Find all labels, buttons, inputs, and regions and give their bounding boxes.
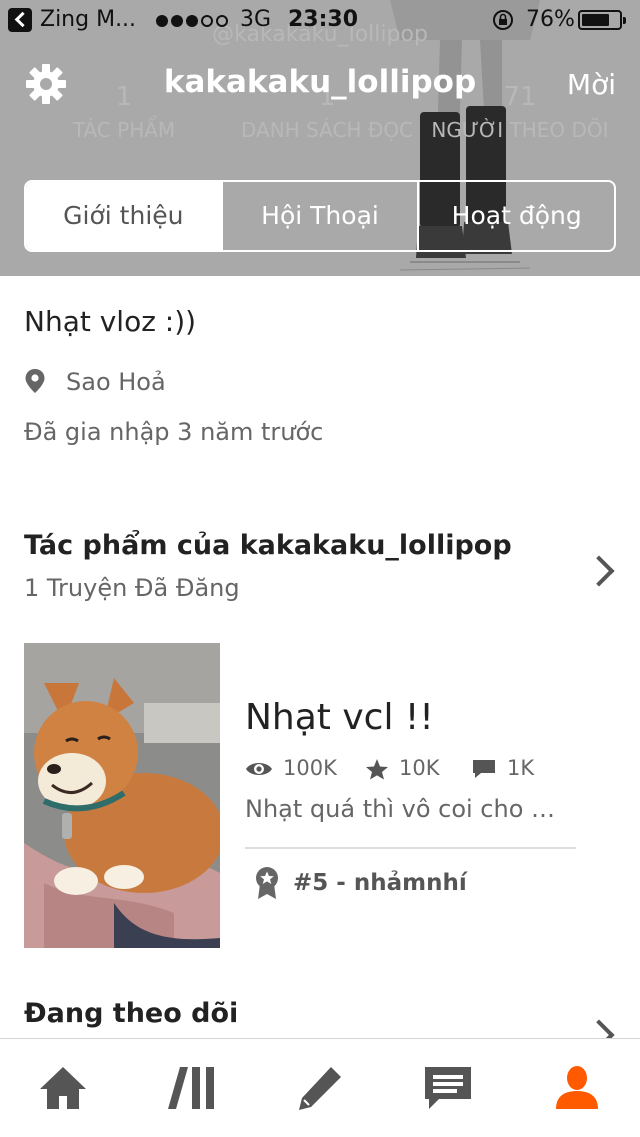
bottom-tab-bar [0, 1038, 640, 1137]
stat-reading-list-label: DANH SÁCH ĐỌC [240, 118, 414, 142]
profile-bio: Nhạt vloz :)) [24, 305, 197, 338]
works-section-subtitle: 1 Truyện Đã Đăng [24, 574, 240, 602]
status-network: 3G [240, 7, 272, 32]
works-chevron-right-icon[interactable] [583, 555, 615, 587]
ranking-badge-icon [256, 867, 278, 899]
stat-followers-label: NGƯỜI THEO DÕI [431, 118, 609, 142]
invite-button[interactable]: Mời [567, 68, 616, 101]
rotation-lock-icon [493, 10, 513, 30]
story-cover-image[interactable] [24, 643, 220, 948]
story-divider [245, 847, 576, 849]
status-time: 23:30 [288, 7, 359, 32]
eye-icon [246, 763, 272, 775]
story-views: 100K [245, 756, 337, 780]
messages-icon[interactable] [423, 1063, 473, 1113]
profile-joined-date: Đã gia nhập 3 năm trước [24, 418, 324, 446]
status-battery-percent: 76% [526, 7, 575, 32]
story-comments: 1K [471, 756, 534, 780]
status-carrier: Zing M... [40, 7, 137, 32]
profile-icon[interactable] [552, 1063, 602, 1113]
status-bar: Zing M... 3G 23:30 76% [0, 0, 640, 40]
signal-strength-icon [156, 8, 231, 33]
battery-icon [578, 10, 626, 30]
profile-header: @kakakaku_lollipop 1 TÁC PHẨM 1 DANH SÁC… [0, 0, 640, 276]
home-icon[interactable] [38, 1063, 88, 1113]
tab-activity[interactable]: Hoạt động [417, 182, 614, 250]
story-votes: 10K [365, 756, 440, 780]
tab-conversations[interactable]: Hội Thoại [220, 182, 418, 250]
following-section-title[interactable]: Đang theo dõi [24, 998, 238, 1029]
story-views-count: 100K [283, 756, 337, 780]
profile-username: kakakaku_lollipop [163, 64, 477, 100]
profile-location: Sao Hoả [66, 368, 166, 396]
write-icon[interactable] [295, 1063, 345, 1113]
comment-icon [473, 760, 495, 778]
story-comments-count: 1K [507, 756, 535, 780]
story-votes-count: 10K [399, 756, 440, 780]
profile-tabs: Giới thiệu Hội Thoại Hoạt động [24, 180, 616, 252]
location-pin-icon [25, 369, 45, 393]
back-to-app-icon[interactable] [8, 8, 32, 32]
story-title[interactable]: Nhạt vcl !! [245, 697, 434, 738]
library-icon[interactable] [168, 1063, 218, 1113]
works-section-title[interactable]: Tác phẩm của kakakaku_lollipop [24, 530, 512, 561]
stat-works-label: TÁC PHẨM [72, 118, 176, 142]
star-icon [366, 759, 388, 780]
story-description: Nhạt quá thì vô coi cho mặn [245, 795, 575, 823]
tab-about[interactable]: Giới thiệu [26, 182, 221, 250]
battery-level [582, 14, 609, 26]
story-rank[interactable]: #5 - nhảmnhí [293, 870, 467, 896]
